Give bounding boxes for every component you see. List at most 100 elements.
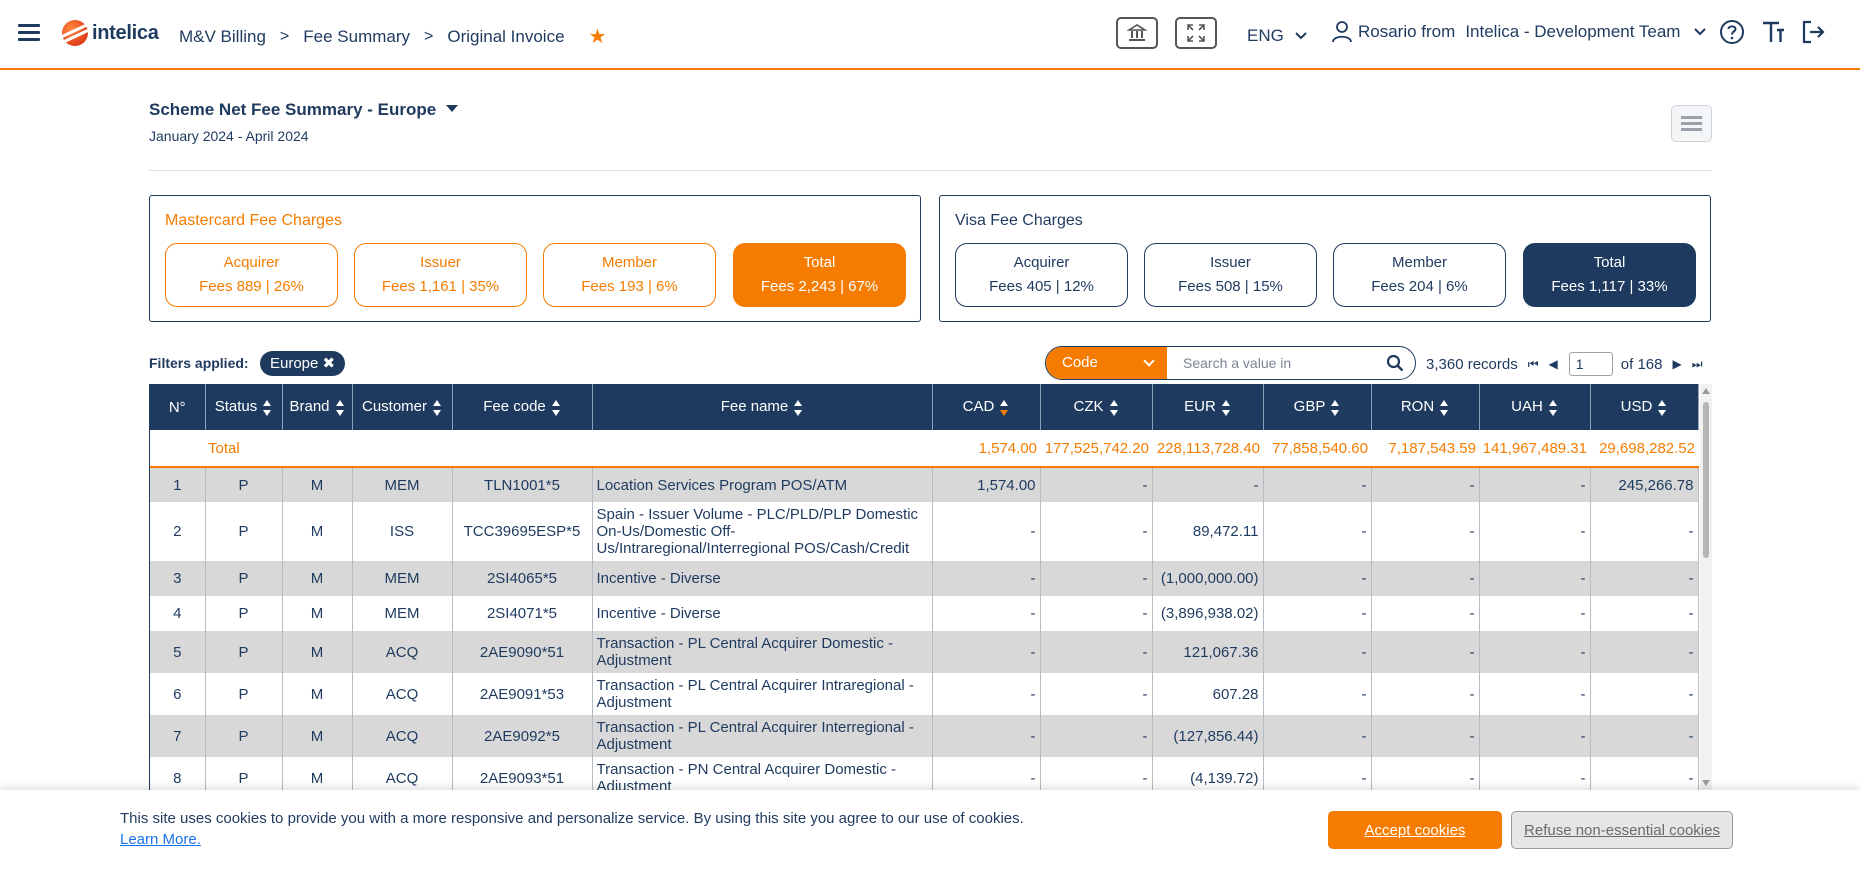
expand-icon (1187, 24, 1205, 42)
breadcrumb-item-billing[interactable]: M&V Billing (179, 27, 266, 47)
row-number: 6 (150, 673, 206, 715)
row-eur: (127,856.44) (1152, 715, 1264, 757)
logo[interactable]: intelica (62, 20, 159, 46)
sort-icon (1109, 399, 1119, 416)
logout-icon[interactable] (1800, 19, 1826, 45)
row-usd: - (1590, 715, 1699, 757)
total-row: Total 1,574.00 177,525,742.20 228,113,72… (150, 430, 1698, 468)
table-row[interactable]: 7 P M ACQ 2AE9092*5 Transaction - PL Central … (150, 715, 1699, 757)
sort-icon (1331, 399, 1340, 416)
previous-page-icon[interactable]: ◀ (1549, 357, 1558, 371)
column-header-uah[interactable]: UAH (1479, 384, 1591, 430)
column-header-status[interactable]: Status (205, 384, 283, 430)
help-icon[interactable] (1719, 19, 1745, 45)
column-header-customer[interactable]: Customer (352, 384, 453, 430)
sort-icon (335, 399, 345, 416)
language-selector[interactable]: ENG (1247, 26, 1307, 46)
column-header-fee-code[interactable]: Fee code (452, 384, 593, 430)
column-header-eur[interactable]: EUR (1152, 384, 1264, 430)
row-number: 7 (150, 715, 206, 757)
row-ron: - (1371, 561, 1480, 596)
row-uah: - (1479, 467, 1591, 502)
total-gbp: 77,858,540.60 (1263, 430, 1371, 468)
row-cad: - (932, 757, 1041, 790)
row-status: P (205, 467, 283, 502)
learn-more-link[interactable]: Learn More. (120, 831, 201, 848)
row-eur: (1,000,000.00) (1152, 561, 1264, 596)
column-header-number[interactable]: N° (150, 384, 206, 430)
scrollbar-thumb[interactable] (1703, 402, 1709, 558)
table-row[interactable]: 3 P M MEM 2SI4065*5 Incentive - Diverse - - (1,0… (150, 561, 1699, 596)
row-usd: - (1590, 631, 1699, 673)
refuse-cookies-button[interactable]: Refuse non-essential cookies (1511, 811, 1733, 849)
breadcrumb-item-fee-summary[interactable]: Fee Summary (303, 27, 410, 47)
row-fee-name: Transaction - PN Central Acquirer Domest… (592, 757, 933, 790)
card-value: Fees 204 | 6% (1371, 278, 1468, 295)
visa-acquirer-card[interactable]: Acquirer Fees 405 | 12% (955, 243, 1128, 307)
options-menu-button[interactable] (1671, 105, 1712, 142)
column-header-gbp[interactable]: GBP (1263, 384, 1372, 430)
column-header-brand[interactable]: Brand (282, 384, 353, 430)
font-size-icon[interactable] (1760, 19, 1786, 45)
scroll-up-icon[interactable] (1702, 388, 1710, 394)
bank-button[interactable] (1116, 17, 1158, 49)
next-page-icon[interactable]: ▶ (1673, 357, 1682, 371)
mastercard-total-card[interactable]: Total Fees 2,243 | 67% (733, 243, 906, 307)
column-header-czk[interactable]: CZK (1040, 384, 1153, 430)
row-ron: - (1371, 502, 1480, 561)
visa-member-card[interactable]: Member Fees 204 | 6% (1333, 243, 1506, 307)
column-header-usd[interactable]: USD (1590, 384, 1699, 430)
search-icon[interactable] (1375, 347, 1415, 379)
sort-icon (263, 399, 272, 416)
row-eur: 89,472.11 (1152, 502, 1264, 561)
table-header-row: N° Status Brand Customer Fee code Fee na… (150, 384, 1699, 430)
page-title-dropdown[interactable]: Scheme Net Fee Summary - Europe (149, 100, 459, 120)
row-ron: - (1371, 467, 1480, 502)
table-row[interactable]: 6 P M ACQ 2AE9091*53 Transaction - PL Central… (150, 673, 1699, 715)
first-page-icon[interactable]: ⏮ (1528, 357, 1539, 372)
sort-icon (1221, 399, 1231, 416)
top-bar: intelica M&V Billing > Fee Summary > Ori… (0, 0, 1860, 70)
search-input[interactable] (1167, 347, 1375, 379)
total-label: Total (205, 430, 932, 468)
table-row[interactable]: 4 P M MEM 2SI4071*5 Incentive - Diverse - - (3,8… (150, 596, 1699, 631)
user-organization: Intelica - Development Team (1465, 22, 1681, 41)
row-eur: 607.28 (1152, 673, 1264, 715)
card-value: Fees 2,243 | 67% (760, 278, 879, 295)
column-header-fee-name[interactable]: Fee name (592, 384, 933, 430)
column-header-cad[interactable]: CAD (932, 384, 1041, 430)
card-label: Total (803, 254, 836, 271)
row-cad: - (932, 502, 1041, 561)
user-icon (1332, 21, 1352, 43)
mastercard-issuer-card[interactable]: Issuer Fees 1,161 | 35% (354, 243, 527, 307)
table-row[interactable]: 8 P M ACQ 2AE9093*51 Transaction - PN Central… (150, 757, 1699, 790)
bank-icon (1127, 24, 1147, 41)
last-page-icon[interactable]: ⏭ (1692, 357, 1703, 372)
breadcrumb-item-original-invoice[interactable]: Original Invoice (447, 27, 564, 47)
user-menu[interactable]: Rosario from Intelica - Development Team (1331, 20, 1707, 44)
visa-issuer-card[interactable]: Issuer Fees 508 | 15% (1144, 243, 1317, 307)
visa-total-card[interactable]: Total Fees 1,117 | 33% (1523, 243, 1696, 307)
accept-cookies-button[interactable]: Accept cookies (1328, 811, 1502, 849)
mastercard-member-card[interactable]: Member Fees 193 | 6% (543, 243, 716, 307)
table-row[interactable]: 2 P M ISS TCC39695ESP*5 Spain - Issuer Volume… (150, 502, 1699, 561)
fullscreen-button[interactable] (1175, 17, 1217, 49)
hamburger-menu-icon[interactable] (18, 24, 40, 42)
search-field-select[interactable]: Code (1046, 347, 1167, 379)
favorite-star-icon[interactable]: ★ (589, 24, 607, 49)
close-icon[interactable]: ✖ (323, 355, 336, 372)
row-fee-name: Incentive - Diverse (592, 596, 933, 631)
row-brand: M (282, 757, 353, 790)
sort-icon (1440, 399, 1449, 416)
row-fee-name: Incentive - Diverse (592, 561, 933, 596)
scroll-down-icon[interactable] (1702, 780, 1710, 786)
chevron-down-icon (1294, 32, 1307, 40)
table-row[interactable]: 1 P M MEM TLN1001*5 Location Services Program… (150, 467, 1699, 502)
filter-chip-europe[interactable]: Europe ✖ (260, 351, 346, 376)
column-header-ron[interactable]: RON (1371, 384, 1480, 430)
page-number-input[interactable] (1568, 352, 1613, 376)
card-label: Member (1391, 254, 1447, 271)
table-scrollbar[interactable] (1700, 384, 1712, 790)
mastercard-acquirer-card[interactable]: Acquirer Fees 889 | 26% (165, 243, 338, 307)
table-row[interactable]: 5 P M ACQ 2AE9090*51 Transaction - PL Central… (150, 631, 1699, 673)
